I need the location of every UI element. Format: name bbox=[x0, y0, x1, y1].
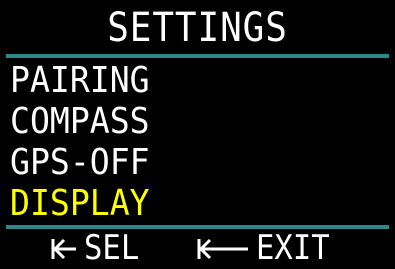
page-title: SETTINGS bbox=[107, 5, 288, 51]
short-left-arrow-icon bbox=[50, 235, 78, 263]
select-label: SEL bbox=[84, 228, 140, 268]
menu-item-gps[interactable]: GPS-OFF bbox=[10, 142, 360, 183]
menu-item-compass[interactable]: COMPASS bbox=[10, 101, 360, 142]
settings-screen: SETTINGS PAIRING COMPASS GPS-OFF DISPLAY… bbox=[0, 0, 395, 269]
header-divider bbox=[6, 54, 389, 58]
exit-button[interactable]: EXIT bbox=[196, 228, 338, 269]
settings-menu: PAIRING COMPASS GPS-OFF DISPLAY bbox=[10, 60, 390, 224]
exit-label: EXIT bbox=[256, 228, 330, 268]
long-left-arrow-icon bbox=[196, 235, 250, 263]
menu-item-display[interactable]: DISPLAY bbox=[10, 183, 360, 224]
menu-item-pairing[interactable]: PAIRING bbox=[10, 60, 360, 101]
footer-bar: SEL EXIT bbox=[0, 228, 395, 269]
select-button[interactable]: SEL bbox=[50, 228, 145, 269]
